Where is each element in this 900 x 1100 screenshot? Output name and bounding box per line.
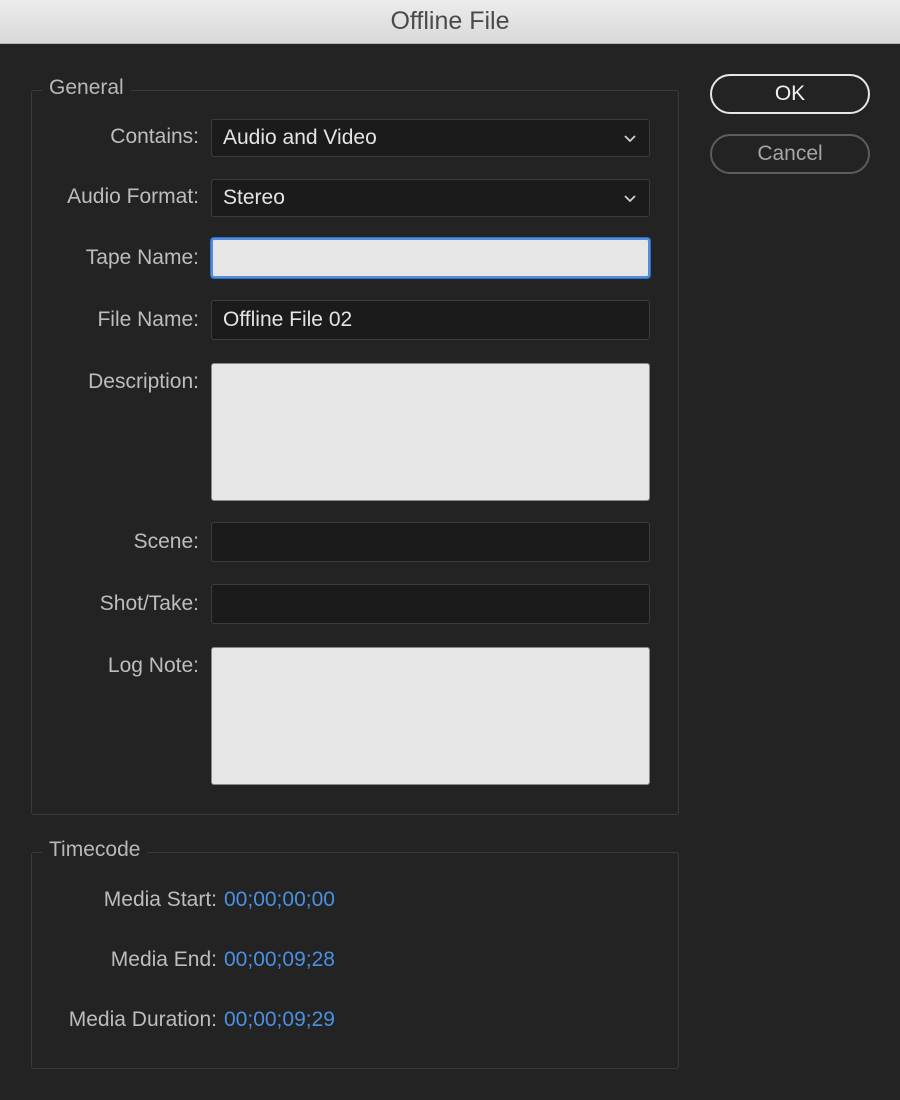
media-start-label: Media Start:: [103, 888, 217, 911]
timecode-group: Timecode Media Start: 00;00;00;00 Media …: [31, 838, 679, 1069]
media-end-value[interactable]: 00;00;09;28: [224, 948, 335, 972]
window-title: Offline File: [390, 7, 510, 35]
description-label: Description:: [88, 370, 199, 393]
file-name-label: File Name:: [97, 308, 199, 331]
audio-format-dropdown[interactable]: Stereo: [211, 179, 650, 217]
contains-label: Contains:: [110, 125, 199, 148]
contains-value: Audio and Video: [223, 126, 377, 149]
scene-label: Scene:: [133, 530, 199, 553]
tape-name-label: Tape Name:: [85, 246, 199, 269]
title-bar: Offline File: [0, 0, 900, 44]
media-start-value[interactable]: 00;00;00;00: [224, 888, 335, 912]
scene-field[interactable]: [211, 522, 650, 562]
general-group: General Contains: Audio and Video Audio …: [31, 76, 679, 815]
cancel-button-label: Cancel: [757, 142, 823, 165]
tape-name-field[interactable]: [211, 238, 650, 278]
file-name-field[interactable]: Offline File 02: [211, 300, 650, 340]
chevron-down-icon: [624, 135, 636, 143]
cancel-button[interactable]: Cancel: [710, 134, 870, 174]
contains-dropdown[interactable]: Audio and Video: [211, 119, 650, 157]
log-note-textarea[interactable]: [211, 647, 650, 785]
general-group-legend: General: [42, 76, 131, 100]
description-textarea[interactable]: [211, 363, 650, 501]
media-end-label: Media End:: [110, 948, 217, 971]
log-note-label: Log Note:: [107, 654, 199, 677]
media-duration-value[interactable]: 00;00;09;29: [224, 1008, 335, 1032]
ok-button[interactable]: OK: [710, 74, 870, 114]
chevron-down-icon: [624, 195, 636, 203]
audio-format-label: Audio Format:: [67, 185, 199, 208]
ok-button-label: OK: [774, 82, 806, 105]
shot-take-label: Shot/Take:: [99, 592, 199, 615]
timecode-group-legend: Timecode: [42, 838, 148, 862]
audio-format-value: Stereo: [223, 186, 285, 209]
media-duration-label: Media Duration:: [68, 1008, 217, 1031]
file-name-value: Offline File 02: [223, 308, 353, 331]
shot-take-field[interactable]: [211, 584, 650, 624]
